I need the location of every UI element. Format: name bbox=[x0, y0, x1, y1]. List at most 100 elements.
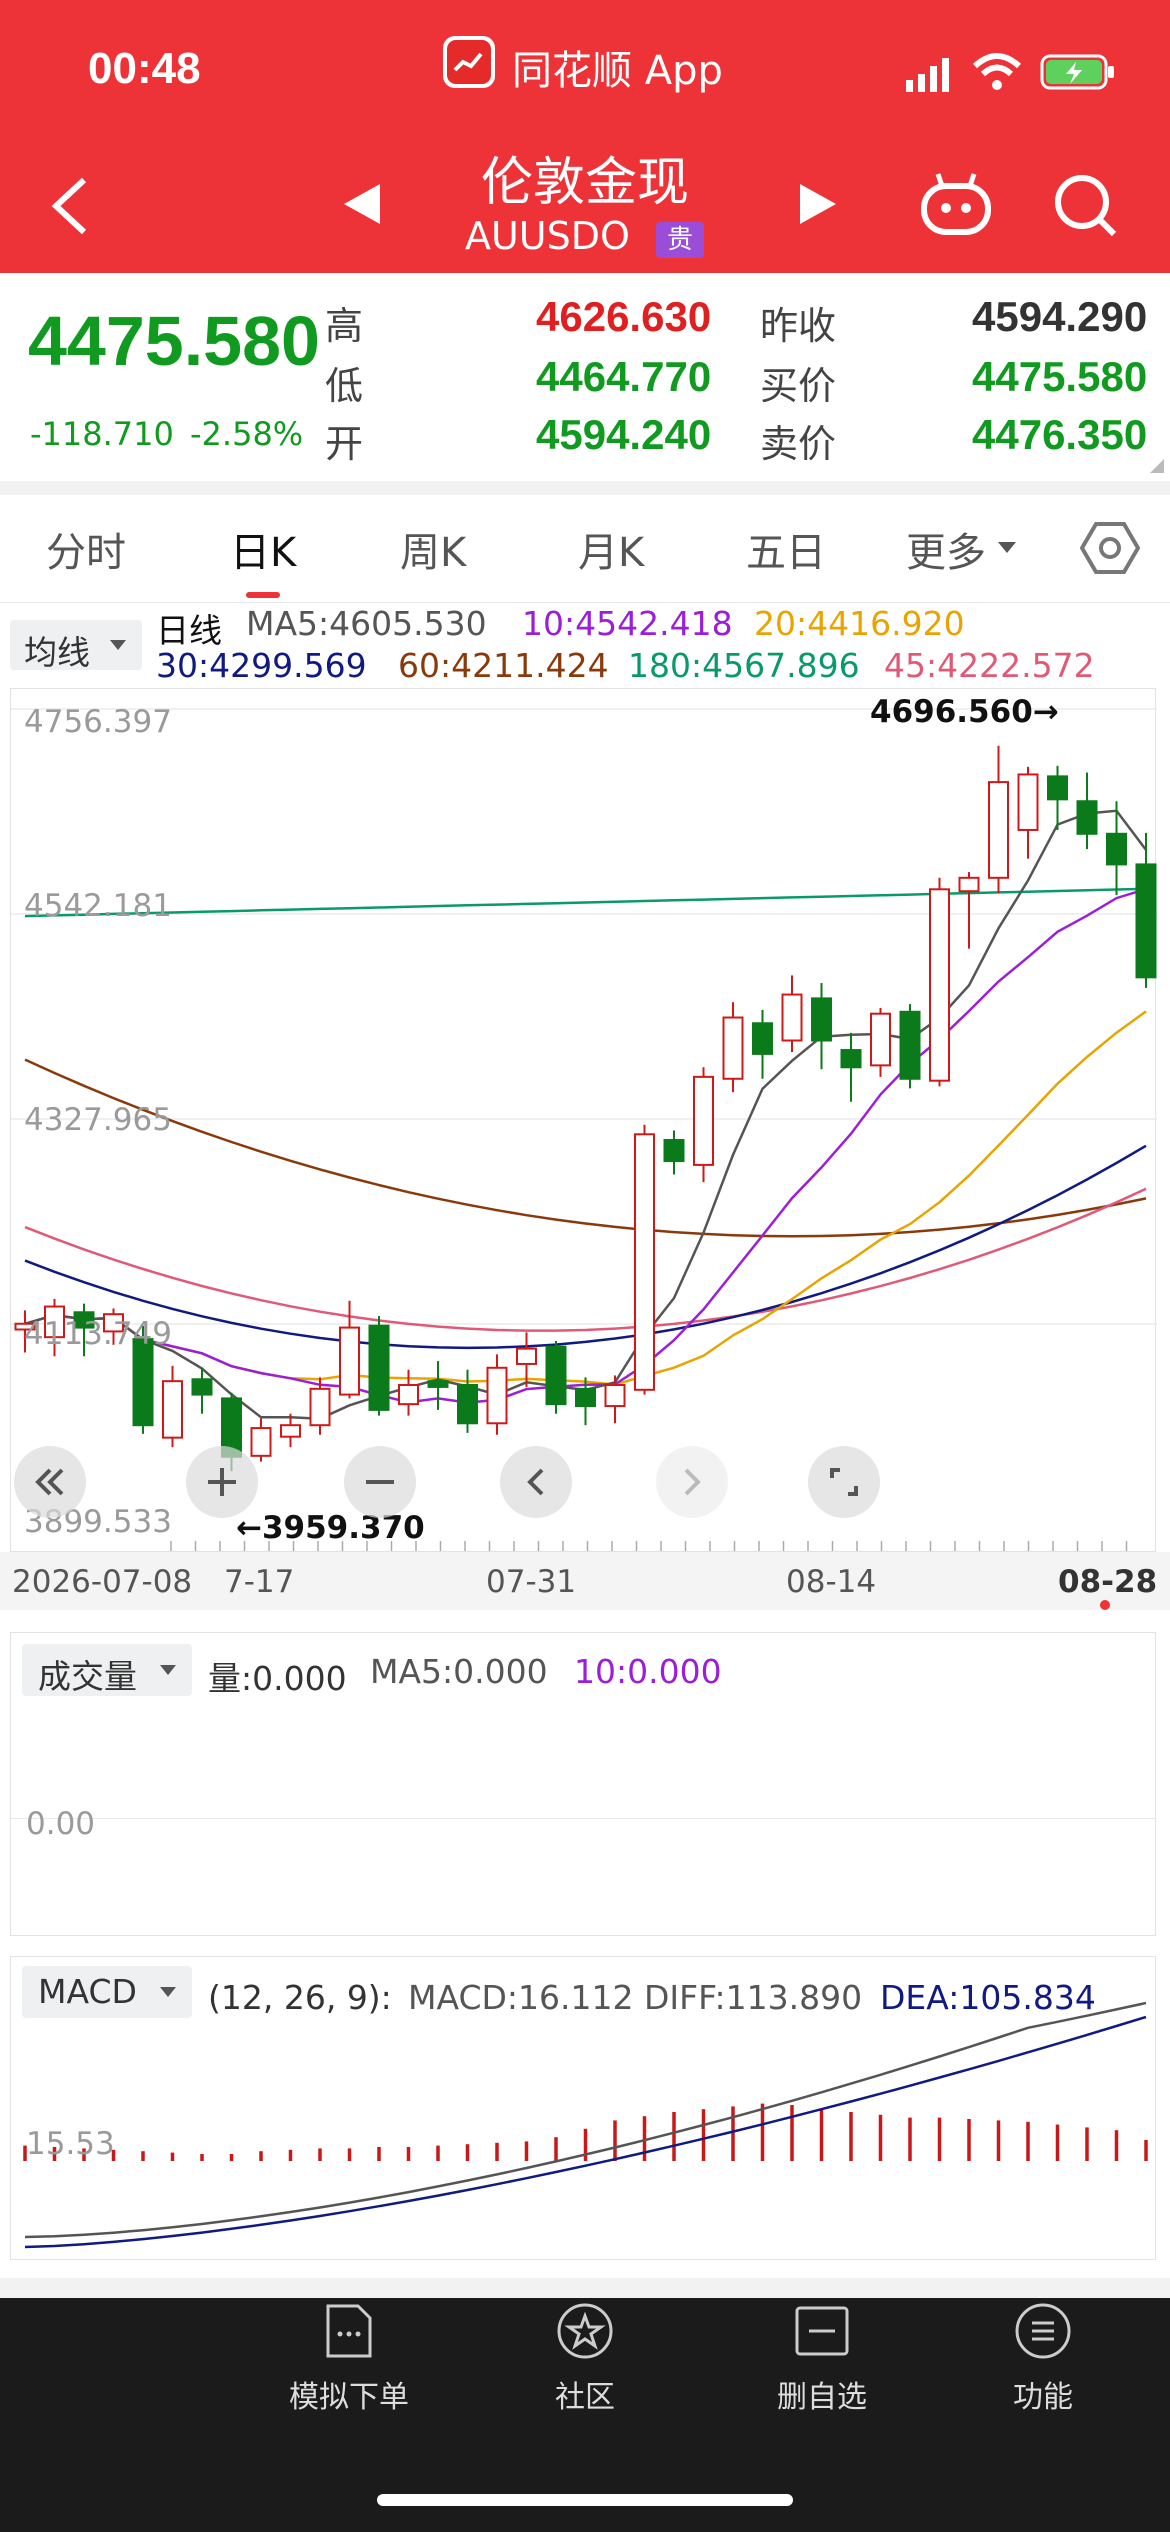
candle-down bbox=[1135, 863, 1157, 979]
app-header: 00:48 同花顺 App 伦敦金现 AUUSDO 贵 bbox=[0, 0, 1170, 273]
candle-down bbox=[368, 1324, 390, 1411]
battery-icon bbox=[1040, 54, 1116, 94]
home-indicator bbox=[377, 2494, 793, 2506]
ma-selector[interactable]: 均线 bbox=[10, 620, 142, 672]
functions-button[interactable]: 功能 bbox=[953, 2300, 1133, 2416]
ma180-value: 180:4567.896 bbox=[628, 646, 860, 685]
candle-up bbox=[988, 781, 1009, 879]
zoom-in-button[interactable] bbox=[186, 1446, 258, 1518]
tab-intraday[interactable]: 分时 bbox=[46, 520, 126, 578]
chevron-down-icon bbox=[110, 640, 126, 650]
candle-down bbox=[1076, 800, 1098, 835]
candle-up bbox=[870, 1012, 891, 1067]
ma20-value: 20:4416.920 bbox=[754, 604, 965, 643]
footer-label: 社区 bbox=[555, 2380, 615, 2415]
candle-up bbox=[722, 1016, 744, 1080]
ma45-line bbox=[24, 1187, 1147, 1332]
tab-monthly-k[interactable]: 月K bbox=[578, 520, 644, 578]
dea-value: DEA:105.834 bbox=[880, 1978, 1096, 2017]
tab-five-day[interactable]: 五日 bbox=[746, 520, 826, 578]
app-name: 同花顺 App bbox=[512, 48, 723, 94]
ma30-value: 30:4299.569 bbox=[156, 646, 367, 685]
candle-up bbox=[929, 888, 950, 1082]
candle-up bbox=[280, 1424, 301, 1438]
volume-selector-label: 成交量 bbox=[38, 1657, 137, 1696]
candle-up bbox=[1017, 773, 1039, 831]
candle-down bbox=[663, 1139, 685, 1163]
footer-label: 模拟下单 bbox=[289, 2380, 409, 2415]
fullscreen-button[interactable] bbox=[808, 1446, 880, 1518]
candle-down bbox=[752, 1022, 773, 1055]
chevron-down-icon bbox=[998, 542, 1016, 553]
back-button[interactable] bbox=[48, 176, 92, 240]
candle-down bbox=[545, 1345, 567, 1406]
remove-watchlist-button[interactable]: 删自选 bbox=[732, 2300, 912, 2416]
last-price: 4475.580 bbox=[28, 302, 320, 380]
zoom-out-button[interactable] bbox=[344, 1446, 416, 1518]
x-axis-label: 08-28 bbox=[1058, 1564, 1158, 1600]
ask-label: 卖价 bbox=[760, 422, 837, 466]
app-logo-icon bbox=[443, 36, 495, 88]
tab-more[interactable]: 更多 bbox=[906, 520, 986, 578]
order-icon bbox=[326, 2304, 372, 2358]
diff-line bbox=[24, 2001, 1147, 2239]
volume-gridline bbox=[11, 1818, 1155, 1819]
instrument-code: AUUSDO bbox=[465, 214, 630, 258]
kline-y-label: 4113.749 bbox=[24, 1316, 172, 1352]
settings-icon[interactable] bbox=[1079, 520, 1141, 580]
open-label: 开 bbox=[325, 422, 364, 466]
x-axis-label: 07-31 bbox=[486, 1564, 577, 1600]
prev-instrument-button[interactable] bbox=[342, 182, 382, 230]
macd-selector[interactable]: MACD bbox=[22, 1966, 192, 2018]
x-axis-label: 2026-07-08 bbox=[12, 1564, 193, 1600]
scroll-left-button[interactable] bbox=[500, 1446, 572, 1518]
prev-close-value: 4594.290 bbox=[972, 293, 1148, 340]
community-icon bbox=[557, 2303, 613, 2359]
open-value: 4594.240 bbox=[536, 411, 712, 458]
candle-up bbox=[604, 1384, 626, 1408]
bid-value: 4475.580 bbox=[972, 353, 1148, 400]
footer-label: 删自选 bbox=[777, 2380, 867, 2415]
x-axis-label: 08-14 bbox=[786, 1564, 877, 1600]
tab-daily-k[interactable]: 日K bbox=[230, 520, 296, 578]
simulate-order-button[interactable]: 模拟下单 bbox=[259, 2300, 439, 2416]
ma10-value: 10:4542.418 bbox=[522, 604, 733, 643]
candle-down bbox=[1106, 832, 1127, 866]
expand-corner-icon[interactable] bbox=[1150, 459, 1164, 473]
volume-ma5: MA5:0.000 bbox=[370, 1652, 548, 1691]
chevron-down-icon bbox=[160, 1665, 176, 1675]
ma20-line bbox=[24, 1010, 1147, 1386]
robot-assistant-icon[interactable] bbox=[918, 168, 994, 244]
candle-down bbox=[840, 1049, 862, 1069]
divider bbox=[0, 2278, 1170, 2298]
candle-down bbox=[427, 1380, 449, 1388]
bid-label: 买价 bbox=[760, 364, 837, 408]
candle-down bbox=[191, 1378, 213, 1396]
kline-chart[interactable] bbox=[10, 688, 1157, 1552]
menu-icon bbox=[1015, 2303, 1071, 2359]
volume-value: 量:0.000 bbox=[208, 1659, 347, 1698]
candle-up bbox=[693, 1075, 714, 1166]
remove-watchlist-icon bbox=[795, 2306, 849, 2356]
low-label: 低 bbox=[325, 364, 364, 408]
volume-selector[interactable]: 成交量 bbox=[22, 1644, 192, 1696]
macd-y-label: 15.53 bbox=[26, 2126, 115, 2162]
kline-y-label: 4542.181 bbox=[24, 888, 172, 924]
ma-selector-label: 均线 bbox=[24, 633, 90, 672]
scroll-right-button[interactable] bbox=[656, 1446, 728, 1518]
community-button[interactable]: 社区 bbox=[495, 2300, 675, 2416]
search-icon[interactable] bbox=[1052, 172, 1118, 242]
ma30-line bbox=[24, 1144, 1147, 1350]
price-change: -118.710 bbox=[30, 415, 174, 453]
kline-y-label: 4756.397 bbox=[24, 704, 172, 740]
prev-close-label: 昨收 bbox=[760, 304, 837, 348]
scroll-left-fast-button[interactable] bbox=[14, 1446, 86, 1518]
tab-active-indicator bbox=[246, 592, 280, 598]
macd-selector-label: MACD bbox=[38, 1972, 137, 2011]
candle-up bbox=[781, 993, 803, 1042]
next-instrument-button[interactable] bbox=[798, 182, 838, 230]
divider bbox=[0, 481, 1170, 495]
kline-svg bbox=[11, 708, 1157, 1551]
tab-weekly-k[interactable]: 周K bbox=[400, 520, 466, 578]
diff-value: DIFF:113.890 bbox=[644, 1978, 863, 2017]
